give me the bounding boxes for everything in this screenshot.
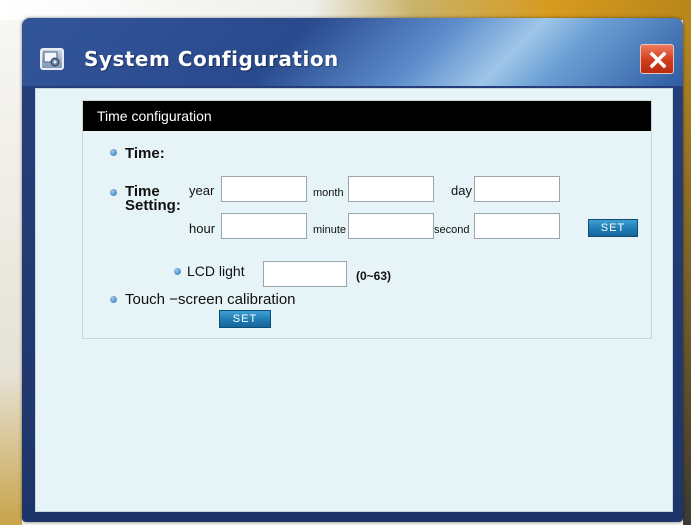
bullet-icon [110,296,117,303]
window-title: System Configuration [84,47,339,71]
month-label: month [313,187,344,199]
lcd-light-input[interactable] [263,261,347,287]
desktop-background-right [683,20,691,525]
hour-input[interactable] [221,213,307,239]
lcd-light-range: (0~63) [356,269,392,283]
day-input[interactable] [474,176,560,202]
close-button[interactable] [640,44,674,74]
day-label: day [451,183,472,198]
desktop-background-top [0,0,691,20]
minute-label: minute [313,224,347,236]
second-input[interactable] [474,213,560,239]
minute-input[interactable] [348,213,434,239]
title-bar[interactable]: System Configuration [22,18,683,86]
time-configuration-panel: Time configuration Time: Time Setting: y… [82,100,652,339]
lcd-light-label: LCD light [187,263,245,279]
desktop-background-left [0,20,22,525]
bullet-icon [110,149,117,156]
calibration-set-button[interactable]: SET [219,310,271,328]
close-icon [649,51,667,69]
panel-header: Time configuration [83,101,651,131]
time-label: Time: [125,145,165,162]
year-input[interactable] [221,176,307,202]
hour-label: hour [189,221,216,236]
time-set-button[interactable]: SET [588,219,638,237]
month-input[interactable] [348,176,434,202]
system-configuration-window: System Configuration Time configuration … [22,18,683,522]
second-label: second [434,224,470,236]
window-content: Time configuration Time: Time Setting: y… [35,88,673,512]
settings-window-icon [40,48,64,70]
time-setting-label-line2: Setting: [125,197,181,214]
bullet-icon [110,189,117,196]
year-label: year [189,183,215,198]
touch-calibration-label: Touch −screen calibration [125,291,296,308]
bullet-icon [174,268,181,275]
